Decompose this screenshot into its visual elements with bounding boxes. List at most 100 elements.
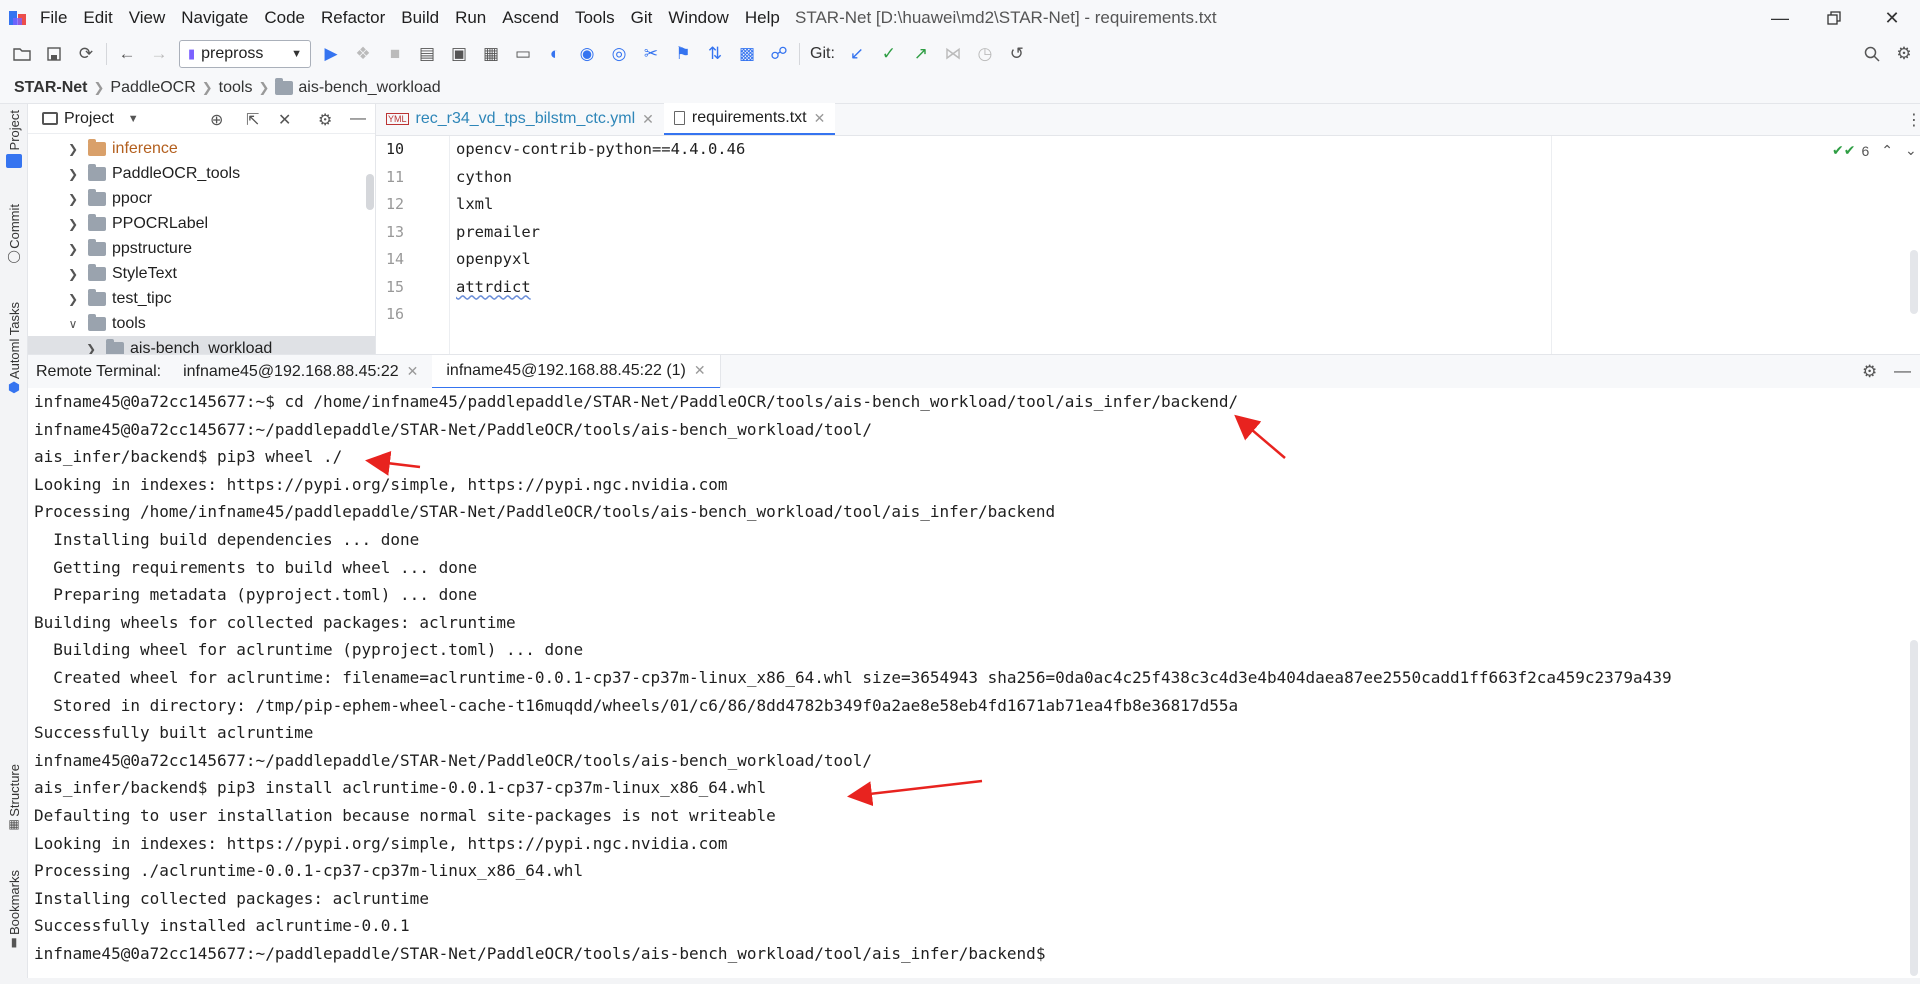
run-config-dropdown[interactable]: ▮ prepross ▼: [179, 40, 311, 68]
tree-item[interactable]: ❯ inference: [28, 136, 375, 161]
code-line[interactable]: [376, 301, 745, 329]
git-commit-icon[interactable]: ✓: [873, 38, 905, 70]
menu-item[interactable]: Edit: [75, 0, 120, 36]
close-tab-icon[interactable]: ✕: [814, 110, 826, 127]
code-editor[interactable]: 10 11 12 13 14 15 16 opencv-contrib-python==4.…: [376, 136, 1920, 354]
terminal-tab-2[interactable]: infname45@192.168.88.45:22 (1) ✕: [432, 354, 720, 389]
locate-file-icon[interactable]: ⊕: [210, 110, 223, 130]
breadcrumb-item[interactable]: tools: [219, 79, 253, 97]
operator-icon[interactable]: ▦: [475, 38, 507, 70]
menu-item[interactable]: Refactor: [313, 0, 393, 36]
forward-arrow-icon[interactable]: →: [143, 38, 175, 70]
app-logo-icon[interactable]: [4, 0, 32, 36]
close-tab-icon[interactable]: ✕: [694, 362, 706, 379]
chevron-right-icon[interactable]: ❯: [66, 142, 80, 156]
search-icon[interactable]: [1856, 38, 1888, 70]
menu-item[interactable]: Tools: [567, 0, 623, 36]
menu-item[interactable]: Navigate: [173, 0, 256, 36]
zoom-icon[interactable]: ◎: [603, 38, 635, 70]
search-model-icon[interactable]: ◉: [571, 38, 603, 70]
tree-item[interactable]: ❯ StyleText: [28, 261, 375, 286]
git-rollback-icon[interactable]: ↺: [1001, 38, 1033, 70]
collapse-all-icon[interactable]: ✕: [278, 110, 291, 130]
hide-panel-icon[interactable]: —: [350, 110, 366, 128]
git-update-icon[interactable]: ↙: [841, 38, 873, 70]
model-converter-icon[interactable]: ▣: [443, 38, 475, 70]
chevron-right-icon[interactable]: ❯: [66, 192, 80, 206]
git-push-icon[interactable]: ↗: [905, 38, 937, 70]
options-gear-icon[interactable]: ⚙: [318, 110, 332, 130]
chevron-down-icon[interactable]: ∨: [66, 317, 80, 331]
tree-item[interactable]: ❯ PPOCRLabel: [28, 211, 375, 236]
breadcrumb-item[interactable]: STAR-Net: [14, 79, 87, 97]
close-tab-icon[interactable]: ✕: [642, 111, 654, 128]
code-area[interactable]: opencv-contrib-python==4.4.0.46 cython lxm…: [376, 136, 745, 329]
open-folder-icon[interactable]: [6, 38, 38, 70]
minimize-button[interactable]: —: [1756, 0, 1804, 36]
menu-item[interactable]: Code: [256, 0, 313, 36]
chevron-right-icon[interactable]: ❯: [66, 167, 80, 181]
chevron-right-icon[interactable]: ❯: [66, 267, 80, 281]
terminal-settings-gear-icon[interactable]: ⚙: [1862, 362, 1877, 382]
close-tab-icon[interactable]: ✕: [407, 363, 419, 380]
code-line[interactable]: opencv-contrib-python==4.4.0.46: [376, 136, 745, 164]
menu-item[interactable]: Git: [623, 0, 661, 36]
menu-item[interactable]: Ascend: [494, 0, 567, 36]
restore-button[interactable]: [1810, 0, 1858, 36]
menu-item[interactable]: View: [121, 0, 174, 36]
code-line[interactable]: openpyxl: [376, 246, 745, 274]
deploy-icon[interactable]: ▤: [411, 38, 443, 70]
tree-item[interactable]: ❯ ppstructure: [28, 236, 375, 261]
code-line[interactable]: lxml: [376, 191, 745, 219]
inspection-widget[interactable]: ✔✔ 6 ⌃ ⌄: [1832, 142, 1917, 159]
debug-icon[interactable]: ❖: [347, 38, 379, 70]
tab-rec-yml[interactable]: YML rec_r34_vd_tps_bilstm_ctc.yml ✕: [376, 103, 664, 135]
chevron-up-icon[interactable]: ⌃: [1881, 142, 1893, 159]
menu-item[interactable]: Help: [737, 0, 788, 36]
git-history-icon[interactable]: ◷: [969, 38, 1001, 70]
profiler-icon[interactable]: ◐: [539, 38, 571, 70]
structure-tool-tab[interactable]: Structure ▦: [0, 764, 28, 831]
tree-item[interactable]: ❯ PaddleOCR_tools: [28, 161, 375, 186]
tree-item[interactable]: ❯ ppocr: [28, 186, 375, 211]
settings-gear-icon[interactable]: ⚙: [1888, 38, 1920, 70]
hide-terminal-icon[interactable]: —: [1894, 361, 1911, 381]
sort-icon[interactable]: ⇅: [699, 38, 731, 70]
git-compare-icon[interactable]: ⋈: [937, 38, 969, 70]
breadcrumb-item[interactable]: ais-bench_workload: [298, 79, 440, 97]
automl-tasks-tool-tab[interactable]: Automl Tasks ⬢: [0, 302, 28, 396]
back-arrow-icon[interactable]: ←: [111, 38, 143, 70]
monitor-icon[interactable]: ▭: [507, 38, 539, 70]
run-icon[interactable]: ▶: [315, 38, 347, 70]
network-icon[interactable]: ☍: [763, 38, 795, 70]
menu-item[interactable]: Run: [447, 0, 494, 36]
tab-requirements-txt[interactable]: requirements.txt ✕: [663, 103, 836, 135]
close-window-button[interactable]: ✕: [1868, 0, 1916, 36]
tree-item[interactable]: ❯ test_tipc: [28, 286, 375, 311]
commit-tool-tab[interactable]: Commit ◯: [0, 204, 28, 263]
project-panel-title[interactable]: Project: [64, 110, 114, 128]
menu-item[interactable]: Build: [393, 0, 447, 36]
save-icon[interactable]: [38, 38, 70, 70]
code-line[interactable]: attrdict: [376, 274, 745, 302]
chevron-right-icon[interactable]: ❯: [66, 242, 80, 256]
tab-menu-icon[interactable]: ⋮: [1906, 110, 1920, 130]
bookmarks-tool-tab[interactable]: Bookmarks ▮: [0, 870, 28, 949]
sync-icon[interactable]: ⟳: [70, 38, 102, 70]
expand-all-icon[interactable]: ⇱: [246, 110, 259, 130]
code-line[interactable]: cython: [376, 164, 745, 192]
package-icon[interactable]: ▩: [731, 38, 763, 70]
terminal-tab-1[interactable]: infname45@192.168.88.45:22 ✕: [169, 355, 432, 389]
chevron-right-icon[interactable]: ❯: [66, 217, 80, 231]
chevron-right-icon[interactable]: ❯: [66, 292, 80, 306]
cut-tool-icon[interactable]: ✂: [635, 38, 667, 70]
menu-item[interactable]: Window: [660, 0, 736, 36]
stop-icon[interactable]: ■: [379, 38, 411, 70]
editor-scrollbar[interactable]: [1910, 250, 1918, 314]
terminal-scrollbar[interactable]: [1910, 640, 1918, 976]
code-line[interactable]: premailer: [376, 219, 745, 247]
chevron-down-icon[interactable]: ▼: [128, 113, 139, 125]
tree-item[interactable]: ∨ tools: [28, 311, 375, 336]
flag-icon[interactable]: ⚑: [667, 38, 699, 70]
tree-scrollbar[interactable]: [366, 174, 374, 210]
